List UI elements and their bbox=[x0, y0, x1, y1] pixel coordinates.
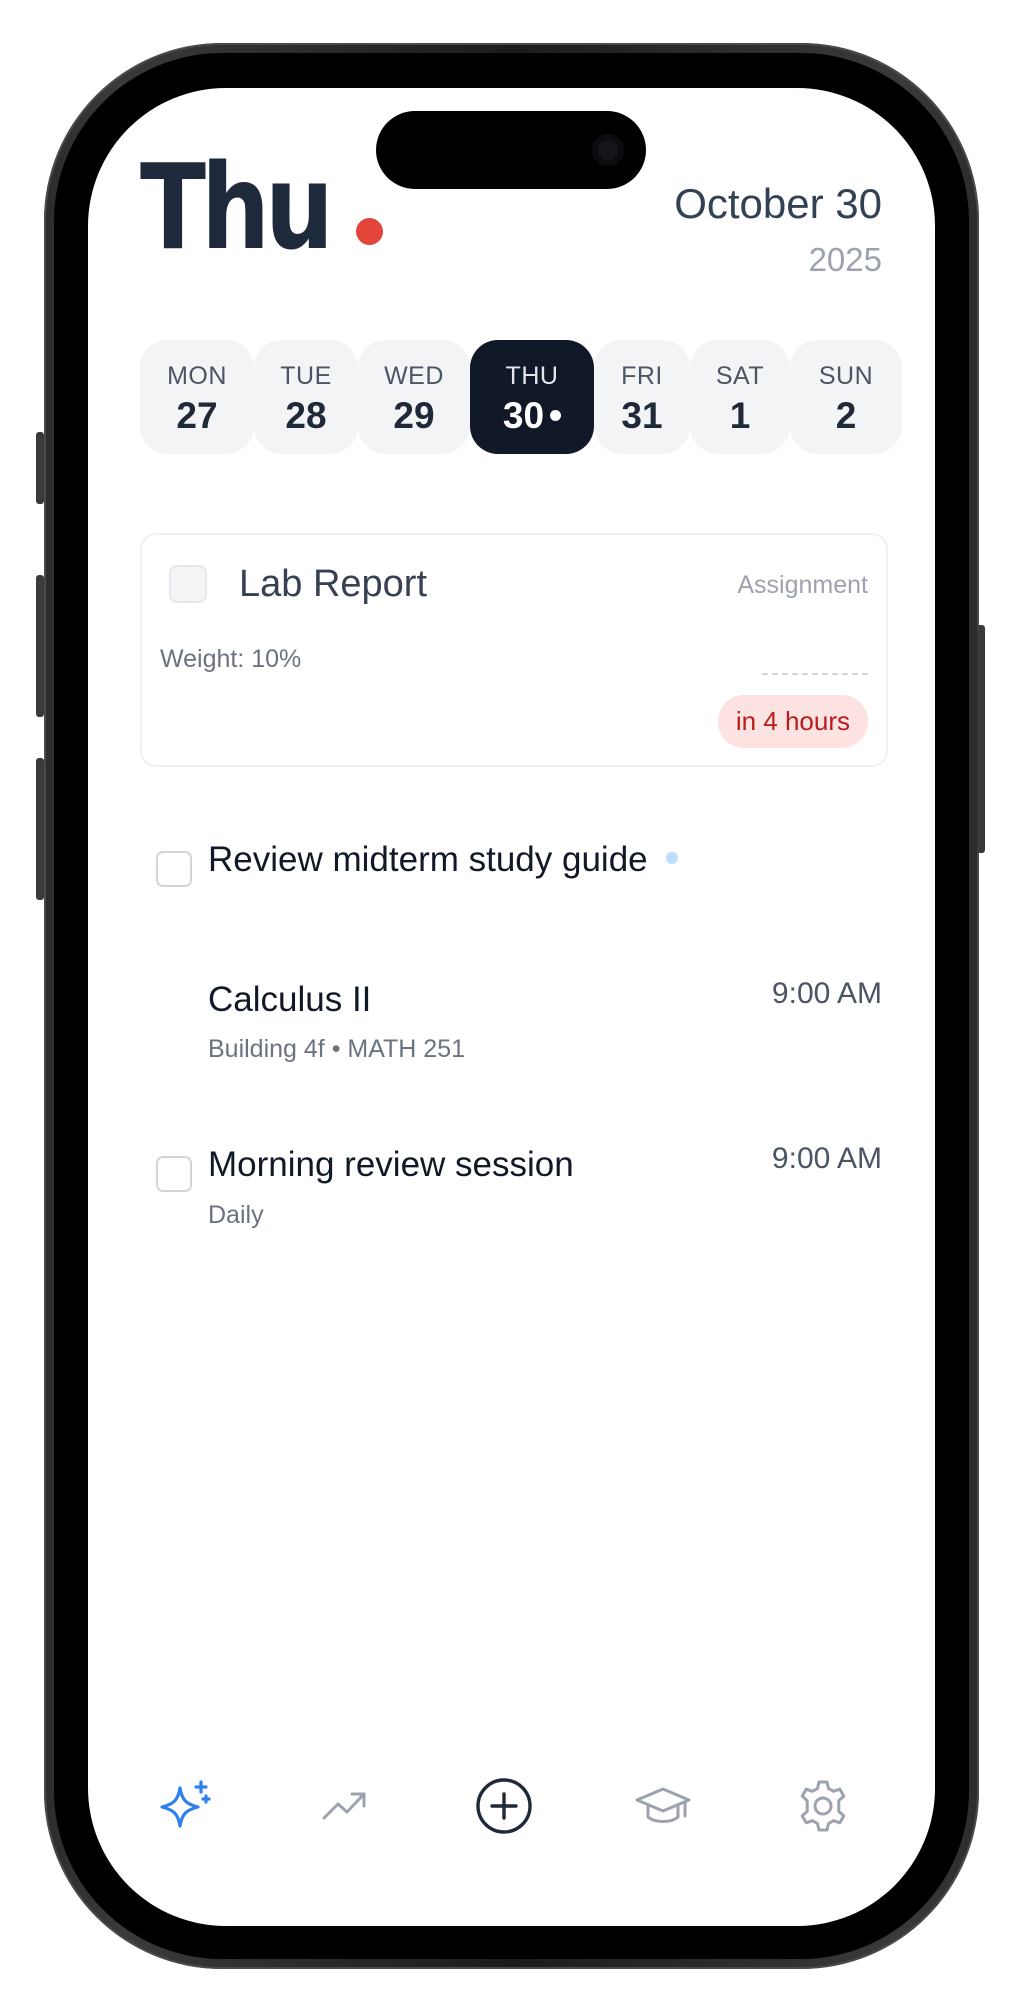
action-button bbox=[36, 432, 44, 504]
day-number: 2 bbox=[835, 395, 857, 436]
current-date: October 30 bbox=[674, 180, 882, 227]
task-checkbox[interactable] bbox=[156, 851, 192, 887]
day-mon[interactable]: MON 27 bbox=[140, 340, 254, 454]
day-number: 28 bbox=[285, 395, 327, 436]
today-dot bbox=[550, 409, 562, 421]
day-sat[interactable]: SAT 1 bbox=[690, 340, 790, 454]
assignment-weight: Weight: 10% bbox=[160, 645, 302, 673]
day-wed[interactable]: WED 29 bbox=[358, 340, 470, 454]
day-name: SAT bbox=[715, 362, 765, 390]
day-name: MON bbox=[167, 362, 227, 390]
priority-dot bbox=[665, 851, 678, 864]
day-name: FRI bbox=[621, 362, 663, 390]
assignment-title: Lab Report bbox=[239, 563, 428, 605]
day-name: THU bbox=[505, 362, 559, 390]
nav-settings[interactable] bbox=[793, 1776, 853, 1836]
nav-trends[interactable] bbox=[316, 1776, 376, 1836]
task-checkbox[interactable] bbox=[156, 1156, 192, 1192]
volume-up-button bbox=[36, 575, 44, 717]
class-subtitle: Building 4f • MATH 251 bbox=[208, 1035, 466, 1063]
day-sun[interactable]: SUN 2 bbox=[790, 340, 902, 454]
status-dot bbox=[356, 218, 383, 245]
day-number-active: 30 bbox=[470, 395, 594, 437]
week-strip: MON 27 TUE 28 WED 29 THU 30 FRI 31 SAT 1 bbox=[140, 340, 902, 454]
day-number: 1 bbox=[729, 395, 751, 436]
nav-add[interactable] bbox=[474, 1776, 534, 1836]
class-time: 9:00 AM bbox=[771, 977, 882, 1010]
current-year: 2025 bbox=[808, 241, 882, 278]
assignment-checkbox[interactable] bbox=[169, 565, 207, 603]
day-number: 29 bbox=[393, 395, 435, 436]
stage: Thu October 30 2025 MON 27 TUE 28 WED 29… bbox=[0, 0, 1021, 2012]
task-recurrence: Daily bbox=[208, 1201, 264, 1229]
dynamic-island bbox=[376, 111, 646, 189]
trending-up-icon bbox=[322, 1792, 366, 1820]
day-number: 31 bbox=[621, 395, 663, 436]
gear-icon bbox=[800, 1780, 846, 1832]
day-number: 27 bbox=[176, 395, 218, 436]
day-tue[interactable]: TUE 28 bbox=[254, 340, 358, 454]
due-badge: in 4 hours bbox=[717, 695, 868, 748]
app-screen: Thu October 30 2025 MON 27 TUE 28 WED 29… bbox=[88, 88, 935, 1926]
class-title[interactable]: Calculus II bbox=[208, 980, 371, 1020]
task-title[interactable]: Review midterm study guide bbox=[208, 840, 678, 880]
task-time: 9:00 AM bbox=[771, 1142, 882, 1175]
nav-sparkles[interactable] bbox=[156, 1776, 216, 1836]
day-name: WED bbox=[384, 362, 444, 390]
day-number: 30 bbox=[502, 395, 545, 436]
task-title[interactable]: Morning review session bbox=[208, 1145, 574, 1185]
sparkles-icon bbox=[160, 1780, 211, 1828]
page-title: Thu bbox=[140, 138, 334, 276]
graduation-cap-icon bbox=[635, 1787, 691, 1823]
divider bbox=[762, 673, 868, 675]
volume-down-button bbox=[36, 758, 44, 900]
nav-courses[interactable] bbox=[633, 1776, 693, 1836]
assignment-card[interactable]: Lab Report Assignment Weight: 10% in 4 h… bbox=[140, 533, 888, 767]
assignment-type: Assignment bbox=[737, 571, 868, 599]
power-button bbox=[977, 625, 985, 853]
day-fri[interactable]: FRI 31 bbox=[594, 340, 690, 454]
task-title-text: Review midterm study guide bbox=[208, 840, 648, 879]
add-circle-icon bbox=[476, 1778, 532, 1834]
day-thu[interactable]: THU 30 bbox=[470, 340, 594, 454]
day-name: SUN bbox=[818, 362, 874, 390]
camera-icon bbox=[592, 134, 624, 166]
day-name: TUE bbox=[280, 362, 332, 390]
